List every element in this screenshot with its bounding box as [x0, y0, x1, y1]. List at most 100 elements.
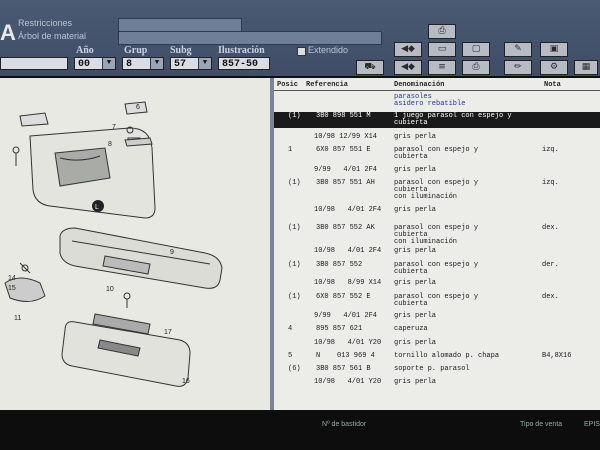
row-ref: 6X0 857 552 E [316, 293, 371, 301]
row-ref: 10/98 4/01 2F4 [314, 247, 382, 255]
chevron-down-icon[interactable]: ▼ [198, 58, 211, 69]
row-ref: 3B0 857 552 AK [316, 224, 375, 232]
table-row[interactable]: (1) 3B0 857 551 AH parasol con espejo y cub… [274, 179, 600, 202]
group-select[interactable]: 8 ▼ [122, 57, 164, 70]
parts-list: Posic Referencia Denominación Nota paras… [274, 78, 600, 410]
table-row[interactable]: 10/98 8/99 X14 gris perla [274, 279, 600, 288]
row-note: der. [542, 261, 559, 269]
row-desc-3: con iluminación [394, 238, 458, 246]
row-note: izq. [542, 146, 559, 154]
illustration-header: Ilustración [218, 45, 265, 56]
table-row[interactable]: 4 895 857 621 caperuza [274, 325, 600, 334]
row-pos: (1) [288, 112, 301, 120]
sale-type-label: Tipo de venta [520, 421, 563, 428]
row-note: dex. [542, 224, 559, 232]
table-row[interactable]: (1) 6X0 857 552 Eparasol con espejo y cubi… [274, 293, 600, 309]
row-ref: 10/98 4/01 2F4 [314, 206, 382, 214]
subgroup-value: 57 [174, 59, 187, 70]
row-ref: 10/98 4/01 Y20 [314, 378, 382, 386]
table-row[interactable]: (1) 3B0 857 552 parasol con espejo y cubier… [274, 261, 600, 277]
row-desc: gris perla [394, 312, 437, 320]
callout-7: 7 [112, 124, 116, 131]
row-desc-3: con iluminación [394, 193, 458, 201]
tools-icon[interactable]: ⚙ [540, 60, 568, 75]
camera-icon[interactable]: ⎙ [428, 24, 456, 39]
table-row[interactable]: (6) 3B0 857 561 B soporte p. parasol [274, 365, 600, 374]
blank-select[interactable] [0, 57, 68, 70]
row-ref: 10/98 4/01 Y20 [314, 339, 382, 347]
folder-icon[interactable]: ▭ [428, 42, 456, 57]
extended-checkbox[interactable] [297, 47, 306, 56]
row-ref: 3B0 898 551 M [316, 112, 371, 120]
table-row[interactable]: 10/98 4/01 Y20 gris perla [274, 339, 600, 348]
group-title-2: asidero rebatible [394, 100, 466, 108]
status-right: EPIS [584, 421, 600, 428]
callout-8: 8 [108, 141, 112, 148]
row-pos: (1) [288, 293, 301, 301]
row-desc-2: cubierta [394, 153, 428, 161]
callout-10: 10 [106, 286, 114, 293]
row-desc: gris perla [394, 166, 437, 174]
row-ref: 3B0 857 561 B [316, 365, 371, 373]
print-icon[interactable]: ⎙ [462, 60, 490, 75]
row-desc: tornillo alomado p. chapa [394, 352, 500, 360]
chassis-label: Nº de bastidor [322, 421, 367, 428]
subgroup-header: Subg [170, 45, 192, 56]
nav-next-icon[interactable]: ◀◆ [394, 60, 422, 75]
group-header: Grup [124, 45, 148, 56]
grid-icon[interactable]: ▦ [574, 60, 598, 75]
table-row[interactable]: (1) 3B0 898 551 M1 juego parasol con espe… [274, 112, 600, 128]
row-note: B4,8X16 [542, 352, 572, 360]
group-value: 8 [126, 59, 133, 70]
parts-catalog-screen: A Restricciones Árbol de material Año Gr… [0, 0, 600, 450]
material-tree-label: Árbol de material [18, 31, 87, 41]
top-toolbar: A Restricciones Árbol de material Año Gr… [0, 0, 600, 76]
car-icon[interactable]: ⛟ [356, 60, 384, 75]
row-ref: 10/98 12/99 X14 [314, 133, 378, 141]
table-row[interactable]: (1) 3B0 857 552 AK parasol con espejo y cub… [274, 224, 600, 247]
row-desc: caperuza [394, 325, 428, 333]
image-icon[interactable]: ▣ [540, 42, 568, 57]
col-pos-header: Posic [277, 81, 299, 89]
row-ref: N 013 969 4 [316, 352, 375, 360]
row-desc: gris perla [394, 339, 437, 347]
table-row[interactable]: 10/98 4/01 2F4 gris perla [274, 247, 600, 256]
table-row[interactable]: 9/99 4/01 2F4 gris perla [274, 312, 600, 321]
edit-icon[interactable]: ✎ [504, 42, 532, 57]
col-ref-header: Referencia [306, 81, 349, 89]
row-desc: gris perla [394, 206, 437, 214]
row-ref: 6X0 857 551 E [316, 146, 371, 154]
parts-illustration[interactable]: L 6 7 8 9 10 11 14 15 16 17 [0, 78, 270, 410]
status-bar [0, 412, 600, 450]
material-tree-field[interactable] [118, 31, 382, 45]
row-ref: 3B0 857 552 [316, 261, 363, 269]
chevron-down-icon[interactable]: ▼ [102, 58, 115, 69]
subgroup-select[interactable]: 57 ▼ [170, 57, 212, 70]
illustration-select[interactable]: 857-50 [218, 57, 270, 70]
callout-14: 14 [8, 275, 16, 282]
callout-17: 17 [164, 329, 172, 336]
table-row[interactable]: 10/98 12/99 X14 gris perla [274, 133, 600, 142]
col-desc-header: Denominación [394, 81, 445, 89]
table-row[interactable]: 10/98 4/01 2F4 gris perla [274, 206, 600, 215]
nav-prev-icon[interactable]: ◀◆ [394, 42, 422, 57]
year-select[interactable]: 00 ▼ [74, 57, 116, 70]
table-row[interactable]: 9/99 4/01 2F4 gris perla [274, 166, 600, 175]
callout-16: 16 [182, 378, 190, 385]
row-ref: 9/99 4/01 2F4 [314, 312, 378, 320]
illustration-svg: L 6 7 8 9 10 11 14 15 16 17 [4, 101, 223, 387]
chevron-down-icon[interactable]: ▼ [150, 58, 163, 69]
row-ref: 895 857 621 [316, 325, 363, 333]
row-pos: (1) [288, 224, 301, 232]
list-icon[interactable]: ≡ [428, 60, 456, 75]
row-note: dex. [542, 293, 559, 301]
callout-L: L [95, 204, 99, 211]
callout-15: 15 [8, 285, 16, 292]
table-row[interactable]: 10/98 4/01 Y20 gris perla [274, 378, 600, 387]
row-desc: soporte p. parasol [394, 365, 470, 373]
table-row[interactable]: 1 6X0 857 551 Eparasol con espejo y cubier… [274, 146, 600, 162]
window-icon[interactable]: ▢ [462, 42, 490, 57]
pencil-icon[interactable]: ✏ [504, 60, 532, 75]
restrictions-field[interactable] [118, 18, 242, 32]
table-row[interactable]: 5 N 013 969 4 tornillo alomado p. chapa B4,… [274, 352, 600, 361]
